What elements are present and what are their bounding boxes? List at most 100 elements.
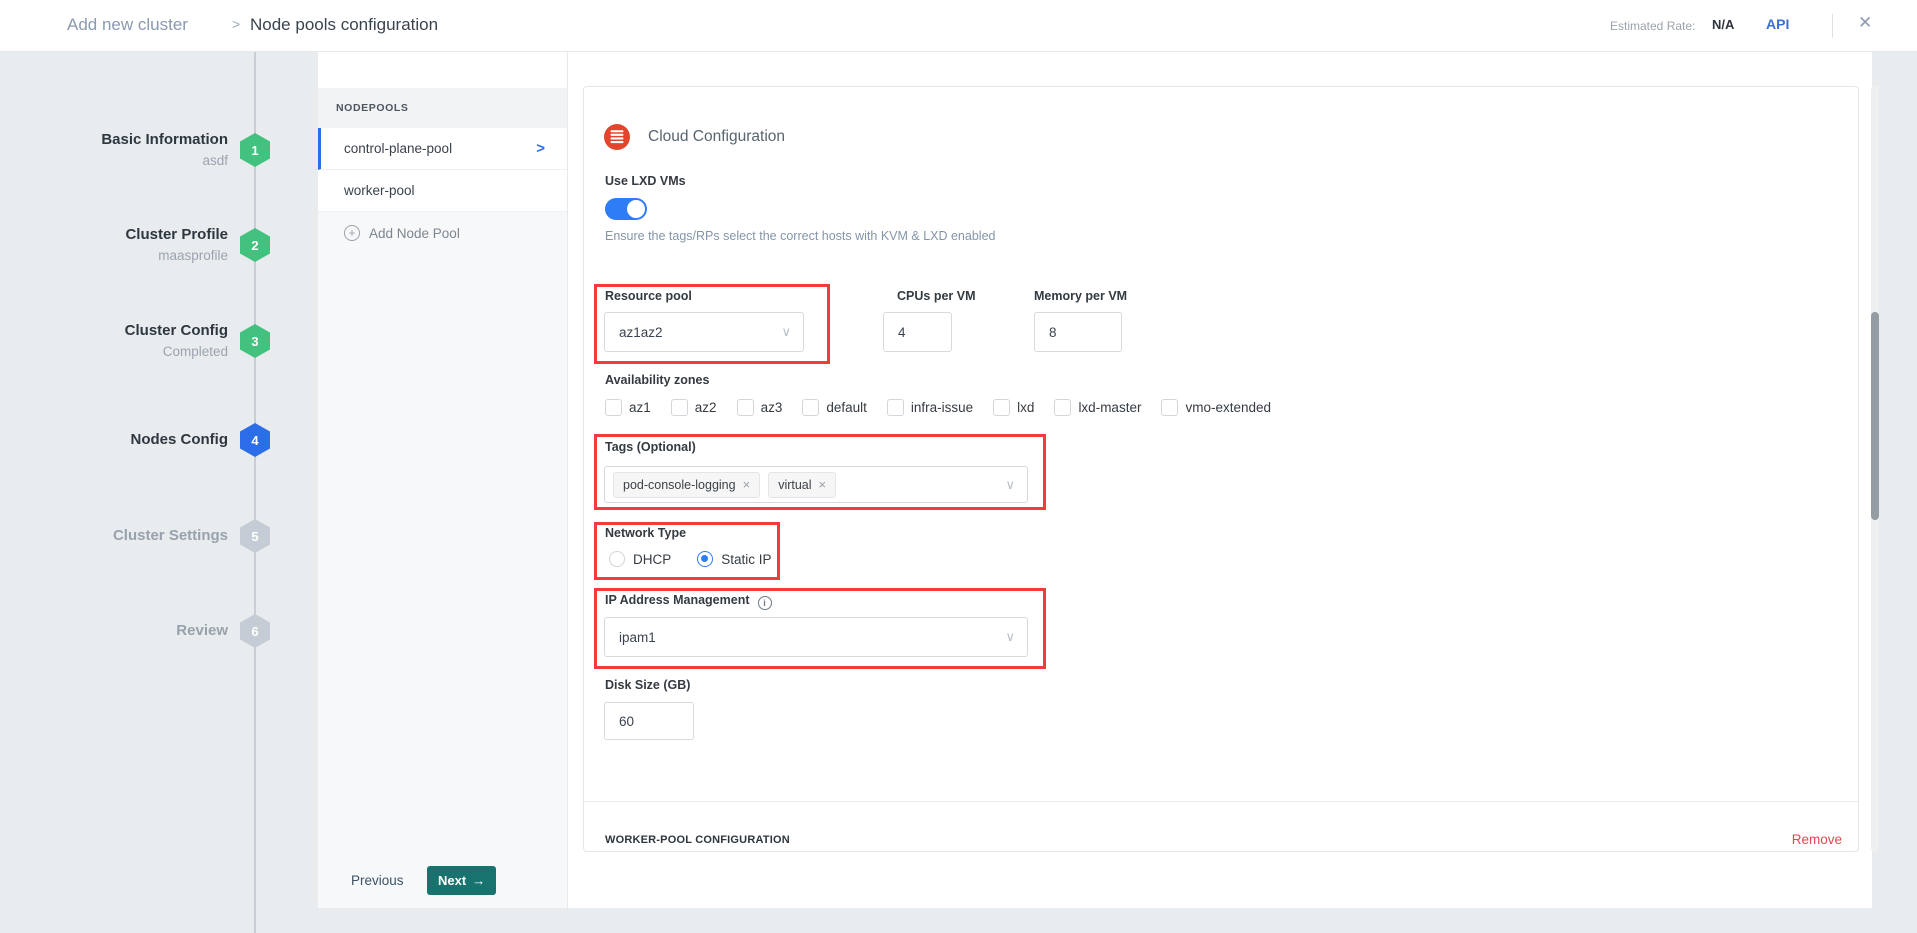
checkbox-icon[interactable] (993, 399, 1010, 416)
ipam-value: ipam1 (619, 630, 656, 645)
checkbox-label: az1 (629, 400, 651, 415)
info-icon[interactable]: i (758, 596, 772, 610)
disk-size-label: Disk Size (GB) (605, 678, 690, 692)
checkbox-infra-issue[interactable]: infra-issue (887, 399, 973, 416)
arrow-right-icon: → (472, 873, 485, 888)
cpus-input[interactable]: 4 (883, 312, 952, 352)
memory-label: Memory per VM (1034, 289, 1127, 303)
disk-size-input[interactable]: 60 (604, 702, 694, 740)
stepper-line (254, 52, 256, 933)
chevron-down-icon: ∨ (1005, 477, 1015, 493)
next-button-label: Next (438, 873, 466, 888)
step-badge[interactable]: 1 (240, 133, 270, 167)
previous-button[interactable]: Previous (351, 873, 404, 888)
network-type-label: Network Type (605, 526, 686, 540)
next-button[interactable]: Next → (427, 866, 496, 895)
tag-chip-label: pod-console-logging (623, 478, 736, 492)
add-node-pool-button[interactable]: + Add Node Pool (344, 220, 460, 246)
step-title: Review (0, 620, 228, 641)
nodepool-item-worker-pool[interactable]: worker-pool (318, 170, 567, 212)
step-subtitle: Completed (0, 341, 228, 362)
checkbox-label: vmo-extended (1185, 400, 1271, 415)
cpus-value: 4 (898, 325, 906, 340)
header-divider (1832, 14, 1833, 38)
nodepool-item-label: control-plane-pool (344, 141, 452, 156)
checkbox-icon[interactable] (887, 399, 904, 416)
availability-zones-row: az1 az2 az3 default infra-issue lxd lxd-… (605, 399, 1271, 416)
checkbox-icon[interactable] (802, 399, 819, 416)
step-badge[interactable]: 5 (240, 519, 270, 553)
checkbox-lxd-master[interactable]: lxd-master (1054, 399, 1141, 416)
radio-static-ip[interactable]: Static IP (697, 551, 771, 567)
breadcrumb-separator: > (232, 16, 240, 32)
checkbox-icon[interactable] (1054, 399, 1071, 416)
resource-pool-select[interactable]: az1az2 ∨ (604, 312, 804, 352)
resource-pool-label: Resource pool (605, 289, 692, 303)
checkbox-icon[interactable] (671, 399, 688, 416)
checkbox-label: infra-issue (911, 400, 973, 415)
breadcrumb-parent-link[interactable]: Add new cluster (67, 15, 188, 35)
nodepools-panel: NODEPOOLS control-plane-pool > worker-po… (318, 52, 568, 908)
checkbox-vmo-extended[interactable]: vmo-extended (1161, 399, 1271, 416)
cpus-label: CPUs per VM (897, 289, 976, 303)
checkbox-icon[interactable] (737, 399, 754, 416)
radio-label: Static IP (721, 552, 771, 567)
checkbox-lxd[interactable]: lxd (993, 399, 1034, 416)
step-badge[interactable]: 3 (240, 324, 270, 358)
scrollbar-thumb[interactable] (1871, 312, 1879, 520)
tag-chip-pod-console-logging: pod-console-logging × (613, 472, 760, 498)
step-subtitle: maasprofile (0, 245, 228, 266)
checkbox-az3[interactable]: az3 (737, 399, 783, 416)
resource-pool-value: az1az2 (619, 325, 663, 340)
chevron-down-icon: ∨ (781, 324, 791, 340)
chevron-right-icon: > (536, 140, 545, 157)
nodepools-heading: NODEPOOLS (318, 88, 567, 128)
remove-worker-pool-link[interactable]: Remove (1792, 832, 1842, 847)
checkbox-icon[interactable] (605, 399, 622, 416)
radio-label: DHCP (633, 552, 671, 567)
radio-selected-icon[interactable] (697, 551, 713, 567)
api-button[interactable]: API (1766, 16, 1789, 32)
step-title: Cluster Config (0, 320, 228, 341)
page-title: Node pools configuration (250, 15, 438, 35)
memory-value: 8 (1049, 325, 1057, 340)
checkbox-icon[interactable] (1161, 399, 1178, 416)
radio-icon[interactable] (609, 551, 625, 567)
nodepool-item-control-plane-pool[interactable]: control-plane-pool > (318, 128, 567, 170)
availability-zones-label: Availability zones (605, 373, 709, 387)
checkbox-label: lxd-master (1078, 400, 1141, 415)
add-node-pool-label: Add Node Pool (369, 226, 460, 241)
step-badge[interactable]: 4 (240, 423, 270, 457)
chevron-down-icon: ∨ (1005, 629, 1015, 645)
step-title: Nodes Config (0, 429, 228, 450)
tags-multiselect[interactable]: pod-console-logging × virtual × ∨ (604, 466, 1028, 503)
cloud-configuration-card: Cloud Configuration Use LXD VMs Ensure t… (583, 86, 1859, 852)
nodepools-panel-top (318, 52, 567, 88)
maas-logo-icon (604, 124, 630, 150)
nodepool-item-label: worker-pool (344, 183, 415, 198)
memory-input[interactable]: 8 (1034, 312, 1122, 352)
plus-circle-icon: + (344, 225, 360, 241)
step-title: Cluster Profile (0, 224, 228, 245)
step-subtitle: asdf (0, 150, 228, 171)
card-divider (584, 801, 1858, 802)
radio-dhcp[interactable]: DHCP (609, 551, 671, 567)
checkbox-az2[interactable]: az2 (671, 399, 717, 416)
remove-tag-icon[interactable]: × (819, 477, 827, 492)
ipam-label-text: IP Address Management (605, 593, 750, 607)
use-lxd-toggle[interactable] (605, 198, 647, 220)
estimated-rate-label: Estimated Rate: (1610, 19, 1695, 33)
close-icon[interactable]: ✕ (1858, 13, 1872, 33)
checkbox-az1[interactable]: az1 (605, 399, 651, 416)
tag-chip-virtual: virtual × (768, 472, 836, 498)
checkbox-default[interactable]: default (802, 399, 867, 416)
step-title: Basic Information (0, 129, 228, 150)
step-badge[interactable]: 2 (240, 228, 270, 262)
step-badge[interactable]: 6 (240, 614, 270, 648)
use-lxd-label: Use LXD VMs (605, 174, 686, 188)
network-type-radio-group: DHCP Static IP (609, 551, 772, 567)
tag-chip-label: virtual (778, 478, 811, 492)
estimated-rate-value: N/A (1712, 17, 1734, 32)
remove-tag-icon[interactable]: × (743, 477, 751, 492)
ipam-select[interactable]: ipam1 ∨ (604, 617, 1028, 657)
